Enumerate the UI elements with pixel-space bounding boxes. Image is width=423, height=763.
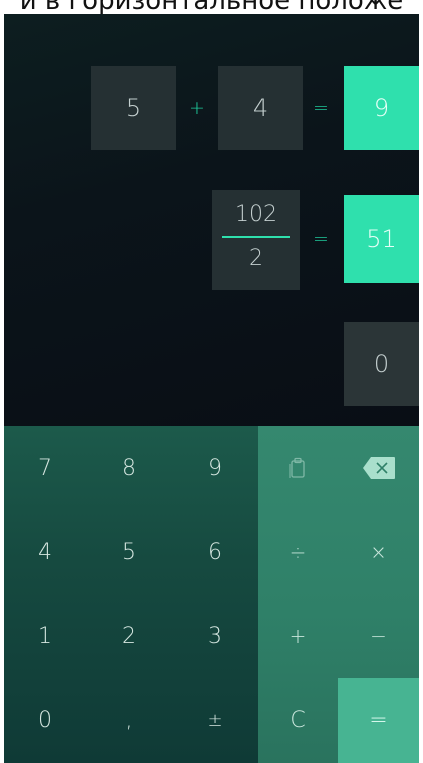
fraction-bar — [222, 236, 290, 238]
fraction-numerator: 102 — [235, 202, 277, 227]
key-1[interactable]: 1 — [4, 594, 86, 678]
result-row2[interactable]: 51 — [344, 195, 419, 283]
result-row1[interactable]: 9 — [344, 66, 419, 150]
operator-pad: ÷ × + − C = — [258, 426, 419, 763]
clipboard-icon — [289, 457, 305, 478]
equals-sign-row2: = — [313, 228, 329, 250]
key-4[interactable]: 4 — [4, 510, 86, 594]
fraction-cell[interactable]: 102 2 — [212, 190, 300, 290]
equals-button[interactable]: = — [338, 678, 419, 763]
key-2[interactable]: 2 — [86, 594, 172, 678]
key-6[interactable]: 6 — [172, 510, 258, 594]
key-plus-minus[interactable]: ± — [172, 678, 258, 763]
divide-button[interactable]: ÷ — [258, 510, 338, 594]
current-value[interactable]: 0 — [344, 322, 419, 406]
operand-b[interactable]: 4 — [218, 66, 303, 150]
keypad: 7 8 9 4 5 6 1 2 3 0 , ± ÷ × + − C = — [4, 426, 419, 763]
plus-operator: + — [189, 97, 205, 119]
key-7[interactable]: 7 — [4, 426, 86, 510]
key-9[interactable]: 9 — [172, 426, 258, 510]
key-3[interactable]: 3 — [172, 594, 258, 678]
equals-sign-row1: = — [313, 97, 329, 119]
key-8[interactable]: 8 — [86, 426, 172, 510]
digit-pad: 7 8 9 4 5 6 1 2 3 0 , ± — [4, 426, 258, 763]
paste-button[interactable] — [258, 426, 338, 510]
multiply-button[interactable]: × — [338, 510, 419, 594]
operand-a[interactable]: 5 — [91, 66, 176, 150]
subtract-button[interactable]: − — [338, 594, 419, 678]
calculation-display: 5 + 4 = 9 102 2 = 51 0 — [4, 14, 419, 426]
calculator-screen: 5 + 4 = 9 102 2 = 51 0 7 8 9 4 5 6 1 2 3… — [4, 14, 419, 763]
key-5[interactable]: 5 — [86, 510, 172, 594]
backspace-button[interactable] — [338, 426, 419, 510]
backspace-icon — [362, 457, 395, 479]
add-button[interactable]: + — [258, 594, 338, 678]
key-0[interactable]: 0 — [4, 678, 86, 763]
key-decimal-comma[interactable]: , — [86, 678, 172, 763]
clear-button[interactable]: C — [258, 678, 338, 763]
fraction-denominator: 2 — [249, 246, 263, 271]
